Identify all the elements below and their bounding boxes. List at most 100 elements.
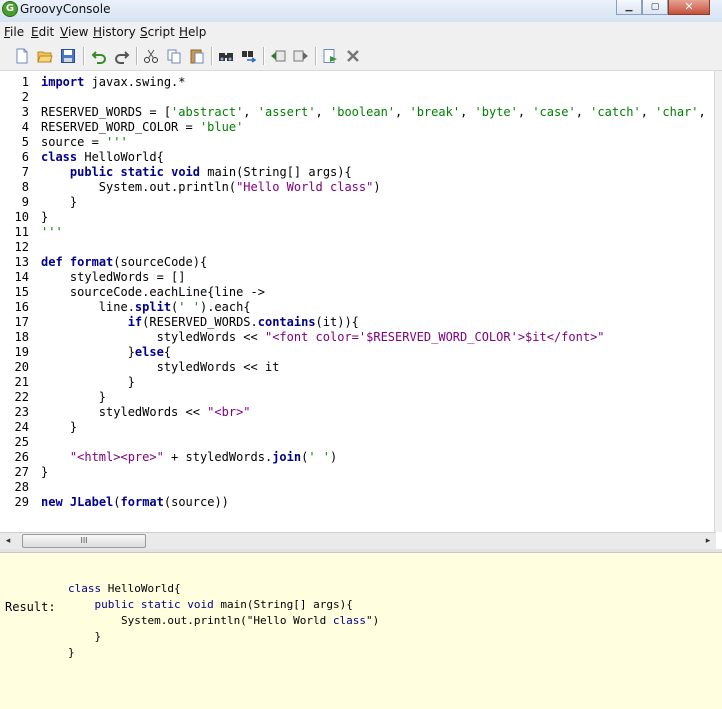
code-line[interactable]: 22 } [0, 390, 106, 405]
code-line[interactable]: 17 if(RESERVED_WORDS.contains(it)){ [0, 315, 359, 330]
code-text[interactable]: def format(sourceCode){ [41, 255, 207, 270]
code-line[interactable]: 6 class HelloWorld{ [0, 150, 164, 165]
code-text[interactable]: styledWords << "<font color='$RESERVED_W… [41, 330, 605, 345]
menu-edit[interactable]: Edit [31, 25, 54, 39]
code-line[interactable]: 9 } [0, 195, 77, 210]
code-line[interactable]: 19 }else{ [0, 345, 172, 360]
find-button[interactable] [217, 47, 235, 65]
cut-icon [144, 49, 158, 63]
maximize-button[interactable]: ▢ [642, 0, 668, 15]
minimize-button[interactable]: ▁ [616, 0, 642, 15]
code-line[interactable]: 26 "<html><pre>" + styledWords.join(' ') [0, 450, 338, 465]
code-text[interactable]: if(RESERVED_WORDS.contains(it)){ [41, 315, 359, 330]
code-line[interactable]: 16 line.split(' ').each{ [0, 300, 251, 315]
toolbar-separator [211, 47, 213, 65]
menu-history[interactable]: History [93, 25, 136, 39]
code-text[interactable]: styledWords << "<br>" [41, 405, 251, 420]
code-text[interactable]: styledWords = [] [41, 270, 186, 285]
code-line[interactable]: 1 import javax.swing.* [0, 75, 186, 90]
code-text[interactable]: sourceCode.eachLine{line -> [41, 285, 265, 300]
code-text[interactable]: public static void main(String[] args){ [41, 165, 352, 180]
window-title: GroovyConsole [20, 2, 111, 16]
code-line[interactable]: 3 RESERVED_WORDS = ['abstract', 'assert',… [0, 105, 714, 120]
cut-button[interactable] [142, 47, 160, 65]
code-line[interactable]: 12 [0, 240, 29, 255]
code-text[interactable]: } [41, 420, 77, 435]
code-text[interactable]: } [41, 195, 77, 210]
code-line[interactable]: 10} [0, 210, 49, 225]
replace-button[interactable] [240, 47, 258, 65]
code-line[interactable]: 7 public static void main(String[] args)… [0, 165, 352, 180]
scrollbar-thumb[interactable]: III [22, 534, 146, 548]
code-text[interactable]: RESERVED_WORD_COLOR = 'blue' [41, 120, 243, 135]
code-line[interactable]: 23 styledWords << "<br>" [0, 405, 251, 420]
code-text[interactable]: } [41, 390, 106, 405]
code-line[interactable]: 13 def format(sourceCode){ [0, 255, 208, 270]
run-script-button[interactable] [321, 47, 339, 65]
groovy-app-icon: G [2, 1, 18, 17]
code-line[interactable]: 18 styledWords << "<font color='$RESERVE… [0, 330, 605, 345]
history-previous-button[interactable] [269, 47, 287, 65]
toolbar-separator [83, 47, 85, 65]
code-text[interactable]: System.out.println("Hello World class") [41, 180, 381, 195]
line-number: 21 [14, 375, 29, 389]
menu-script[interactable]: Script [140, 25, 175, 39]
save-button[interactable] [59, 47, 77, 65]
code-text[interactable]: } [41, 375, 135, 390]
redo-button[interactable] [113, 47, 131, 65]
code-line[interactable]: 4 RESERVED_WORD_COLOR = 'blue' [0, 120, 244, 135]
menu-help[interactable]: Help [179, 25, 206, 39]
paste-button[interactable] [188, 47, 206, 65]
code-line[interactable]: 24 } [0, 420, 78, 435]
code-text[interactable]: "<html><pre>" + styledWords.join(' ') [41, 450, 337, 465]
history-next-button[interactable] [292, 47, 310, 65]
menu-file[interactable]: File [4, 25, 24, 39]
code-line[interactable]: 28 [0, 480, 29, 495]
close-window-button[interactable]: ✕ [668, 0, 710, 15]
menu-view[interactable]: View [60, 25, 88, 39]
code-line[interactable]: 25 [0, 435, 29, 450]
code-text[interactable]: new JLabel(format(source)) [41, 495, 229, 510]
code-text[interactable]: line.split(' ').each{ [41, 300, 251, 315]
output-line: public static void main(String[] args){ [94, 598, 353, 611]
code-text[interactable]: } [41, 465, 48, 480]
code-line[interactable]: 11 ''' [0, 225, 63, 240]
code-line[interactable]: 2 [0, 90, 29, 105]
code-text[interactable]: ''' [41, 225, 63, 240]
find-icon [219, 53, 233, 61]
code-text[interactable]: source = ''' [41, 135, 128, 150]
code-text[interactable]: class HelloWorld{ [41, 150, 164, 165]
toolbar-separator [136, 47, 138, 65]
code-text[interactable]: styledWords << it [41, 360, 280, 375]
scroll-right-arrow-icon[interactable]: ▸ [702, 535, 714, 547]
editor-horizontal-scrollbar[interactable]: ◂ III ▸ [0, 532, 716, 550]
code-text[interactable]: RESERVED_WORDS = ['abstract', 'assert', … [41, 105, 714, 120]
code-line[interactable]: 29 new JLabel(format(source)) [0, 495, 229, 510]
new-file-button[interactable] [13, 47, 31, 65]
code-line[interactable]: 21 } [0, 375, 135, 390]
line-number: 18 [14, 330, 29, 344]
line-number: 24 [14, 420, 29, 434]
code-text[interactable]: } [41, 210, 48, 225]
minimize-icon: ▁ [625, 2, 633, 12]
interrupt-script-button[interactable] [344, 47, 362, 65]
code-text[interactable]: import javax.swing.* [41, 75, 186, 90]
line-number: 23 [14, 405, 29, 419]
code-line[interactable]: 27} [0, 465, 49, 480]
code-line[interactable]: 20 styledWords << it [0, 360, 280, 375]
line-number: 19 [14, 345, 29, 359]
open-file-button[interactable] [36, 47, 54, 65]
scroll-left-arrow-icon[interactable]: ◂ [2, 535, 14, 547]
line-number: 10 [14, 210, 29, 224]
script-editor[interactable]: 1 import javax.swing.* 2 3 RESERVED_WORDS = … [0, 71, 714, 532]
code-line[interactable]: 8 System.out.println("Hello World class"… [0, 180, 381, 195]
line-number: 14 [14, 270, 29, 284]
undo-button[interactable] [90, 47, 108, 65]
line-number: 4 [21, 120, 29, 134]
code-line[interactable]: 14 styledWords = [] [0, 270, 186, 285]
output-line: class HelloWorld{ [68, 582, 181, 595]
code-line[interactable]: 15 sourceCode.eachLine{line -> [0, 285, 265, 300]
code-text[interactable]: }else{ [41, 345, 171, 360]
code-line[interactable]: 5 source = ''' [0, 135, 128, 150]
copy-button[interactable] [165, 47, 183, 65]
